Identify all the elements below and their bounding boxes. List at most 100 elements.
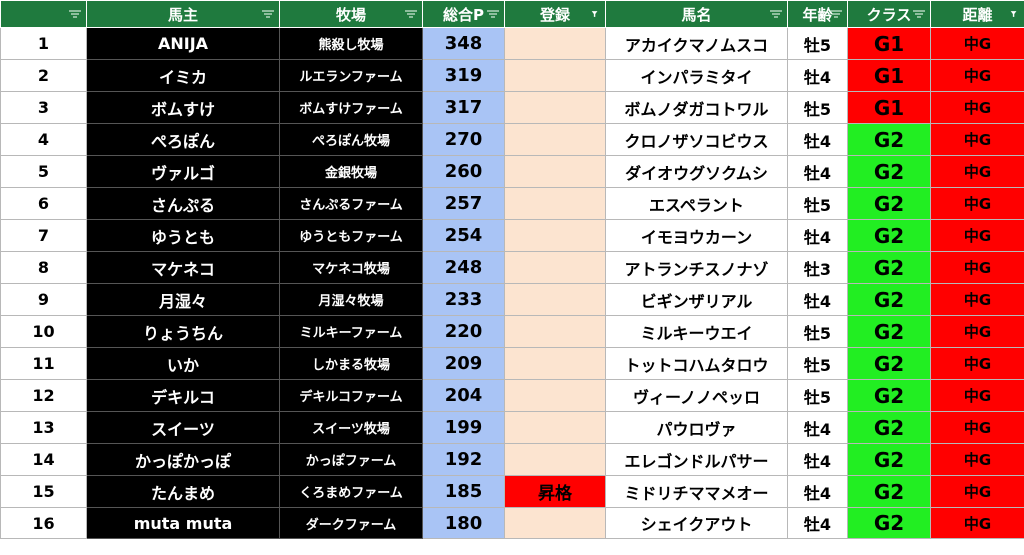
points-cell[interactable]: 233 xyxy=(422,283,505,316)
age-cell[interactable]: 牡4 xyxy=(787,411,848,444)
owner-cell[interactable]: デキルコ xyxy=(86,379,280,412)
class-cell[interactable]: G2 xyxy=(847,123,931,156)
horse-name-cell[interactable]: トットコハムタロウ xyxy=(605,347,788,380)
distance-cell[interactable]: 中G xyxy=(930,347,1024,380)
horse-name-cell[interactable]: クロノザソコビウス xyxy=(605,123,788,156)
filter-dropdown-icon[interactable] xyxy=(769,9,783,19)
age-cell[interactable]: 牡5 xyxy=(787,91,848,124)
horse-name-cell[interactable]: ミドリチママメオー xyxy=(605,475,788,508)
points-cell[interactable]: 192 xyxy=(422,443,505,476)
horse-name-cell[interactable]: ヴィーノノペッロ xyxy=(605,379,788,412)
farm-cell[interactable]: ミルキーファーム xyxy=(279,315,423,348)
rank-cell[interactable]: 2 xyxy=(0,59,87,92)
class-cell[interactable]: G1 xyxy=(847,59,931,92)
registration-cell[interactable] xyxy=(504,411,606,444)
filter-dropdown-icon[interactable] xyxy=(912,9,926,19)
class-cell[interactable]: G2 xyxy=(847,251,931,284)
points-cell[interactable]: 220 xyxy=(422,315,505,348)
points-cell[interactable]: 260 xyxy=(422,155,505,188)
class-cell[interactable]: G2 xyxy=(847,219,931,252)
points-cell[interactable]: 180 xyxy=(422,507,505,539)
filter-dropdown-icon[interactable] xyxy=(404,9,418,19)
registration-cell[interactable] xyxy=(504,443,606,476)
horse-name-cell[interactable]: エスペラント xyxy=(605,187,788,220)
horse-name-cell[interactable]: エレゴンドルパサー xyxy=(605,443,788,476)
class-cell[interactable]: G2 xyxy=(847,443,931,476)
points-cell[interactable]: 209 xyxy=(422,347,505,380)
points-cell[interactable]: 248 xyxy=(422,251,505,284)
rank-cell[interactable]: 5 xyxy=(0,155,87,188)
age-cell[interactable]: 牡5 xyxy=(787,347,848,380)
age-cell[interactable]: 牡4 xyxy=(787,155,848,188)
age-cell[interactable]: 牡4 xyxy=(787,123,848,156)
registration-cell[interactable] xyxy=(504,347,606,380)
registration-cell[interactable] xyxy=(504,315,606,348)
distance-cell[interactable]: 中G xyxy=(930,443,1024,476)
age-cell[interactable]: 牡5 xyxy=(787,187,848,220)
farm-cell[interactable]: かっぽファーム xyxy=(279,443,423,476)
distance-cell[interactable]: 中G xyxy=(930,155,1024,188)
owner-cell[interactable]: ヴァルゴ xyxy=(86,155,280,188)
registration-cell[interactable] xyxy=(504,219,606,252)
distance-cell[interactable]: 中G xyxy=(930,475,1024,508)
class-cell[interactable]: G2 xyxy=(847,507,931,539)
distance-cell[interactable]: 中G xyxy=(930,187,1024,220)
farm-cell[interactable]: しかまる牧場 xyxy=(279,347,423,380)
filter-active-icon[interactable] xyxy=(591,9,601,19)
farm-cell[interactable]: ダークファーム xyxy=(279,507,423,539)
horse-name-cell[interactable]: ダイオウグソクムシ xyxy=(605,155,788,188)
owner-cell[interactable]: 月湿々 xyxy=(86,283,280,316)
registration-cell[interactable] xyxy=(504,123,606,156)
rank-cell[interactable]: 9 xyxy=(0,283,87,316)
rank-cell[interactable]: 13 xyxy=(0,411,87,444)
age-cell[interactable]: 牡4 xyxy=(787,507,848,539)
filter-dropdown-icon[interactable] xyxy=(68,9,82,19)
farm-cell[interactable]: デキルコファーム xyxy=(279,379,423,412)
filter-dropdown-icon[interactable] xyxy=(829,9,843,19)
horse-name-cell[interactable]: アカイクマノムスコ xyxy=(605,27,788,60)
horse-name-cell[interactable]: アトランチスノナゾ xyxy=(605,251,788,284)
owner-cell[interactable]: かっぽかっぽ xyxy=(86,443,280,476)
horse-name-cell[interactable]: ビギンザリアル xyxy=(605,283,788,316)
horse-name-cell[interactable]: ボムノダガコトワル xyxy=(605,91,788,124)
registration-cell[interactable] xyxy=(504,251,606,284)
age-cell[interactable]: 牡4 xyxy=(787,283,848,316)
rank-cell[interactable]: 8 xyxy=(0,251,87,284)
farm-cell[interactable]: スイーツ牧場 xyxy=(279,411,423,444)
farm-cell[interactable]: 金銀牧場 xyxy=(279,155,423,188)
farm-cell[interactable]: マケネコ牧場 xyxy=(279,251,423,284)
class-cell[interactable]: G2 xyxy=(847,411,931,444)
owner-cell[interactable]: りょうちん xyxy=(86,315,280,348)
points-cell[interactable]: 319 xyxy=(422,59,505,92)
distance-cell[interactable]: 中G xyxy=(930,507,1024,539)
owner-cell[interactable]: さんぷる xyxy=(86,187,280,220)
owner-cell[interactable]: ANIJA xyxy=(86,27,280,60)
filter-dropdown-icon[interactable] xyxy=(261,9,275,19)
registration-cell[interactable] xyxy=(504,27,606,60)
points-cell[interactable]: 204 xyxy=(422,379,505,412)
farm-cell[interactable]: 月湿々牧場 xyxy=(279,283,423,316)
distance-cell[interactable]: 中G xyxy=(930,123,1024,156)
distance-cell[interactable]: 中G xyxy=(930,91,1024,124)
points-cell[interactable]: 254 xyxy=(422,219,505,252)
farm-cell[interactable]: ボムすけファーム xyxy=(279,91,423,124)
rank-cell[interactable]: 15 xyxy=(0,475,87,508)
registration-cell[interactable] xyxy=(504,379,606,412)
points-cell[interactable]: 270 xyxy=(422,123,505,156)
farm-cell[interactable]: さんぷるファーム xyxy=(279,187,423,220)
distance-cell[interactable]: 中G xyxy=(930,315,1024,348)
rank-cell[interactable]: 6 xyxy=(0,187,87,220)
age-cell[interactable]: 牡5 xyxy=(787,379,848,412)
rank-cell[interactable]: 1 xyxy=(0,27,87,60)
owner-cell[interactable]: いか xyxy=(86,347,280,380)
owner-cell[interactable]: スイーツ xyxy=(86,411,280,444)
filter-active-icon[interactable] xyxy=(1010,9,1020,19)
age-cell[interactable]: 牡4 xyxy=(787,475,848,508)
distance-cell[interactable]: 中G xyxy=(930,251,1024,284)
farm-cell[interactable]: くろまめファーム xyxy=(279,475,423,508)
age-cell[interactable]: 牡5 xyxy=(787,315,848,348)
registration-cell[interactable] xyxy=(504,507,606,539)
rank-cell[interactable]: 14 xyxy=(0,443,87,476)
owner-cell[interactable]: muta muta xyxy=(86,507,280,539)
class-cell[interactable]: G1 xyxy=(847,91,931,124)
